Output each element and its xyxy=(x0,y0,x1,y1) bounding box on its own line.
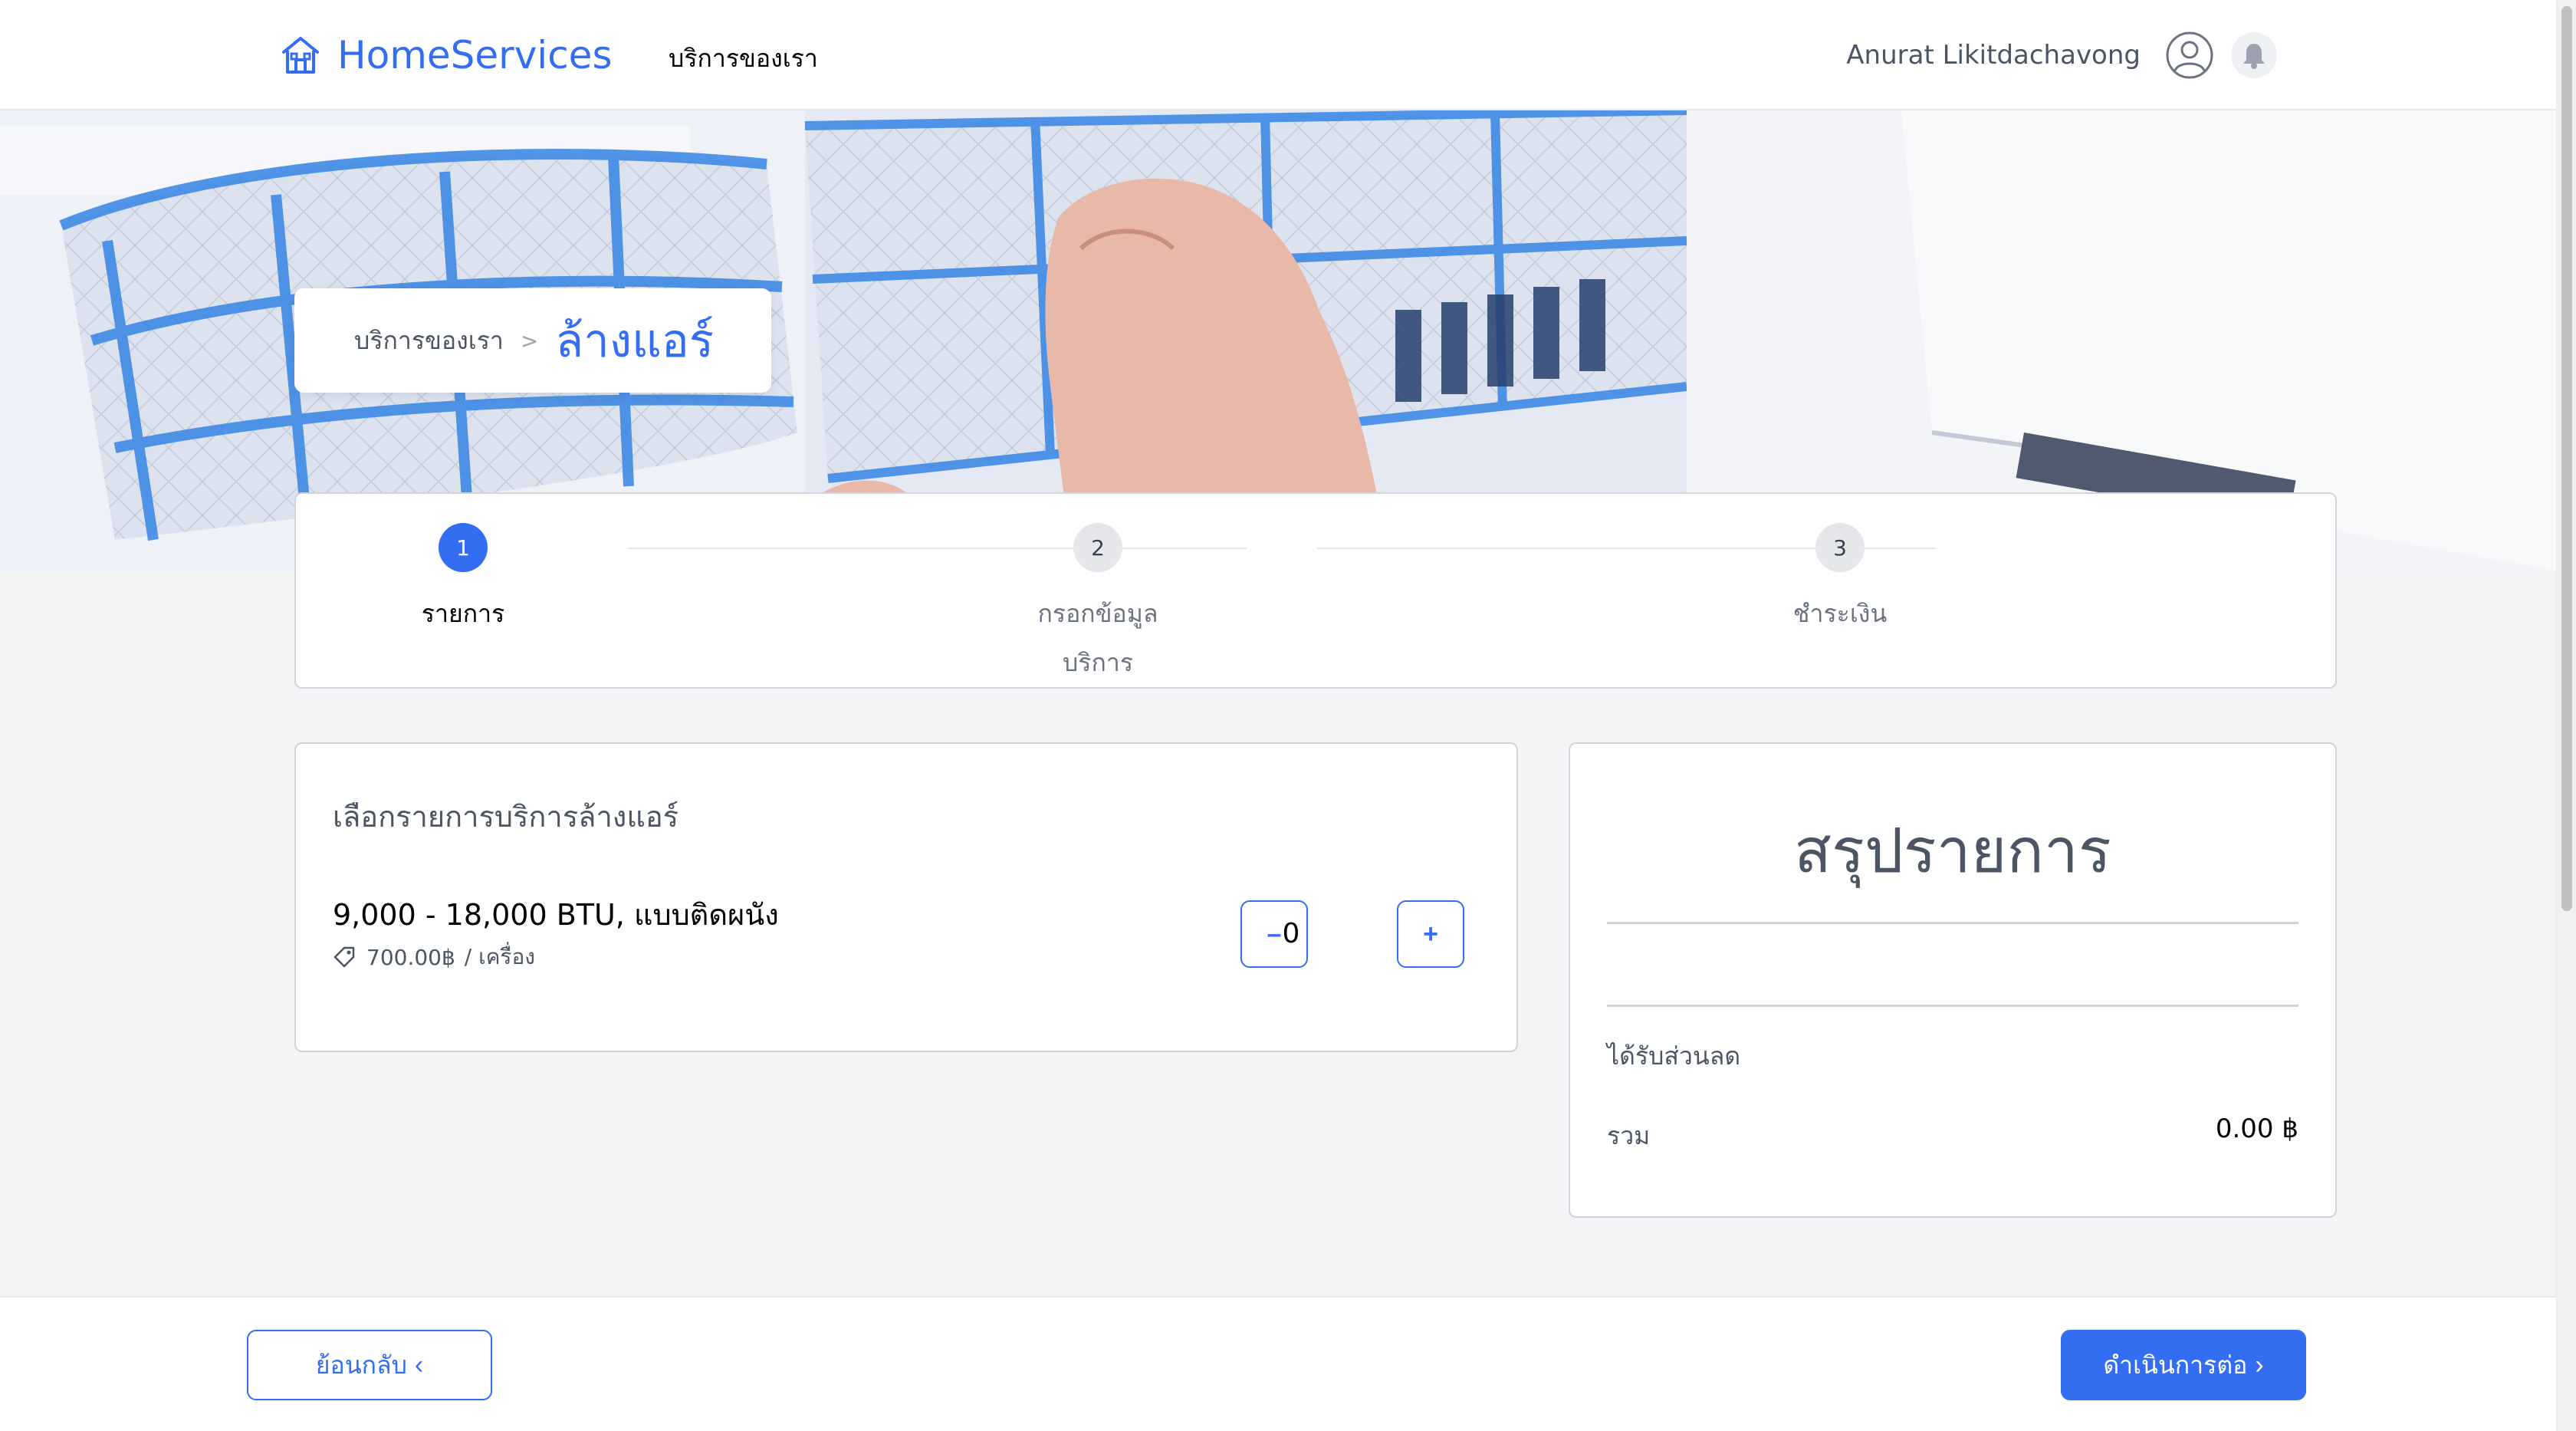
price-tag-icon xyxy=(334,946,355,968)
bell-icon xyxy=(2243,44,2265,69)
back-button-label: ย้อนกลับ xyxy=(315,1350,407,1379)
house-icon xyxy=(282,37,319,74)
scrollbar-thumb[interactable] xyxy=(2561,6,2572,911)
increase-quantity-button[interactable]: + xyxy=(1397,900,1464,968)
total-value: 0.00 ฿ xyxy=(2215,1114,2298,1144)
nav-link-our-services[interactable]: บริการของเรา xyxy=(669,38,818,78)
summary-title: สรุปรายการ xyxy=(1794,815,2111,887)
continue-button-label: ดำเนินการต่อ xyxy=(2103,1350,2248,1379)
step-3-number: 3 xyxy=(1815,523,1865,572)
user-name: Anurat Likitdachavong xyxy=(1846,40,2141,71)
step-3-label: ชำระเงิน xyxy=(1792,599,1888,628)
step-2: 2 กรอกข้อมูลบริการ xyxy=(1021,523,1175,687)
summary-divider-top xyxy=(1607,922,2298,924)
discount-label: ได้รับส่วนลด xyxy=(1607,1041,1741,1071)
summary-divider-bottom xyxy=(1607,1005,2298,1007)
service-item-name: 9,000 - 18,000 BTU, แบบติดผนัง xyxy=(333,898,779,932)
service-selection-card: เลือกรายการบริการล้างแอร์ 9,000 - 18,000… xyxy=(294,742,1518,1052)
brand-name: HomeServices xyxy=(337,33,613,77)
step-3: 3 ชำระเงิน xyxy=(1710,523,1970,638)
back-button[interactable]: ย้อนกลับ ‹ xyxy=(247,1330,492,1400)
total-label: รวม xyxy=(1607,1121,1651,1150)
service-price-unit: / เครื่อง xyxy=(464,944,535,969)
step-2-label: กรอกข้อมูลบริการ xyxy=(1037,599,1158,677)
page-scrollbar[interactable] xyxy=(2556,0,2576,1431)
continue-button[interactable]: ดำเนินการต่อ › xyxy=(2061,1330,2306,1400)
service-item-price: 700.00฿ / เครื่อง xyxy=(333,940,535,974)
step-2-number: 2 xyxy=(1073,523,1122,572)
step-1: 1 รายการ xyxy=(333,523,593,638)
notification-button[interactable] xyxy=(2231,32,2277,78)
top-navbar: HomeServices บริการของเรา Anurat Likitda… xyxy=(0,0,2556,110)
breadcrumb-link-our-services[interactable]: บริการของเรา xyxy=(354,321,504,360)
brand-logo[interactable]: HomeServices xyxy=(279,29,613,81)
service-section-title: เลือกรายการบริการล้างแอร์ xyxy=(333,800,679,834)
progress-stepper: 1 รายการ 2 กรอกข้อมูลบริการ 3 ชำระเงิน xyxy=(294,492,2337,689)
step-1-label: รายการ xyxy=(421,599,505,628)
quantity-value: 0 xyxy=(1282,918,1300,949)
chevron-right-icon: › xyxy=(2255,1350,2264,1380)
order-summary-card: สรุปรายการ ได้รับส่วนลด รวม 0.00 ฿ xyxy=(1569,742,2337,1218)
footer-action-bar: ย้อนกลับ ‹ ดำเนินการต่อ › xyxy=(0,1296,2556,1431)
chevron-left-icon: ‹ xyxy=(414,1350,424,1380)
user-avatar-icon[interactable] xyxy=(2165,31,2214,80)
breadcrumb: บริการของเรา > ล้างแอร์ xyxy=(294,288,771,393)
service-price-value: 700.00฿ xyxy=(366,944,455,970)
step-1-number: 1 xyxy=(439,523,488,572)
breadcrumb-separator: > xyxy=(520,327,539,354)
page-title: ล้างแอร์ xyxy=(555,314,715,368)
